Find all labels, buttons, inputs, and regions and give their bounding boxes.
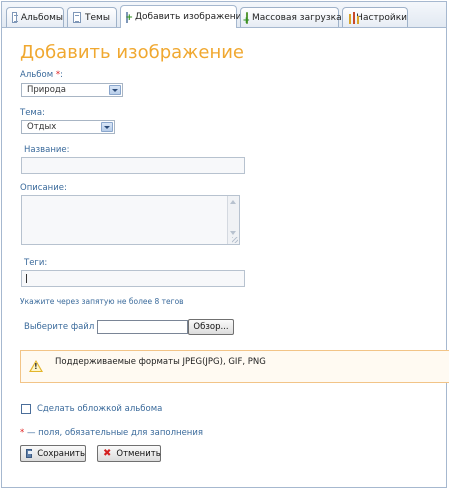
mass-upload-icon (242, 11, 250, 26)
floppy-disk-icon (26, 449, 34, 458)
chevron-down-icon[interactable] (101, 122, 113, 132)
resize-grip-icon[interactable] (232, 237, 238, 243)
required-mark: * (20, 428, 25, 438)
cover-checkbox[interactable] (21, 404, 31, 414)
tab-add-image[interactable]: Добавить изображение (120, 5, 247, 28)
tab-settings-label: Настройки (356, 12, 407, 23)
tags-input[interactable] (21, 270, 245, 287)
tab-mass-upload-label: Массовая загрузка (252, 12, 342, 23)
theme-select-value: Отдых (27, 122, 57, 132)
album-select[interactable]: Природа (21, 83, 123, 97)
text-cursor (26, 274, 27, 283)
window-frame: Альбомы Темы Добавить изображение Массов… (1, 1, 449, 488)
scroll-down-icon[interactable] (230, 231, 236, 235)
album-label-group: Альбом *: (20, 70, 63, 80)
browse-button[interactable]: Обзор... (188, 319, 234, 335)
theme-label: Тема: (20, 108, 45, 118)
warning-icon-mark: ! (34, 362, 38, 371)
file-path-input[interactable] (97, 320, 188, 334)
description-textarea[interactable] (21, 195, 240, 245)
required-note-text: — поля, обязательные для заполнения (26, 428, 203, 438)
name-input[interactable] (21, 157, 245, 174)
tab-mass-upload[interactable]: Массовая загрузка (240, 7, 342, 27)
document-icon (12, 12, 18, 23)
save-button-label: Сохранить (37, 448, 85, 459)
tab-bar: Альбомы Темы Добавить изображение Массов… (2, 2, 446, 28)
description-label: Описание: (20, 183, 67, 193)
document-icon (73, 12, 81, 23)
formats-notice-text: Поддерживаемые форматы JPEG(JPG), GIF, P… (55, 357, 266, 367)
page-title: Добавить изображение (20, 42, 244, 63)
formats-notice: ! Поддерживаемые форматы JPEG(JPG), GIF,… (20, 350, 449, 383)
album-label: Альбом (20, 70, 54, 80)
tab-themes-label: Темы (85, 12, 110, 23)
save-button[interactable]: Сохранить (20, 445, 86, 462)
tab-themes[interactable]: Темы (67, 7, 117, 27)
add-image-icon (125, 11, 133, 23)
file-label: Выберите файл (24, 322, 95, 332)
theme-select[interactable]: Отдых (21, 120, 115, 134)
album-select-value: Природа (27, 85, 66, 95)
tab-albums[interactable]: Альбомы (6, 7, 64, 27)
cancel-button-label: Отменить (116, 448, 161, 459)
required-note: * — поля, обязательные для заполнения (20, 428, 203, 438)
scroll-up-icon[interactable] (230, 200, 236, 204)
close-icon: ✖ (103, 448, 112, 459)
chevron-down-icon[interactable] (109, 85, 121, 95)
tab-add-image-label: Добавить изображение (135, 12, 247, 22)
label-colon: : (60, 70, 63, 80)
tags-label: Теги: (24, 258, 48, 268)
tab-settings[interactable]: Настройки (342, 7, 408, 27)
file-label-group: Выберите файл *: (24, 322, 104, 332)
cancel-button[interactable]: ✖ Отменить (97, 445, 161, 462)
tab-albums-label: Альбомы (20, 12, 63, 23)
settings-icon (348, 11, 359, 24)
cover-checkbox-label[interactable]: Сделать обложкой альбома (37, 404, 162, 414)
name-label: Название: (24, 145, 70, 155)
tags-hint: Укажите через запятую не более 8 тегов (20, 297, 184, 306)
